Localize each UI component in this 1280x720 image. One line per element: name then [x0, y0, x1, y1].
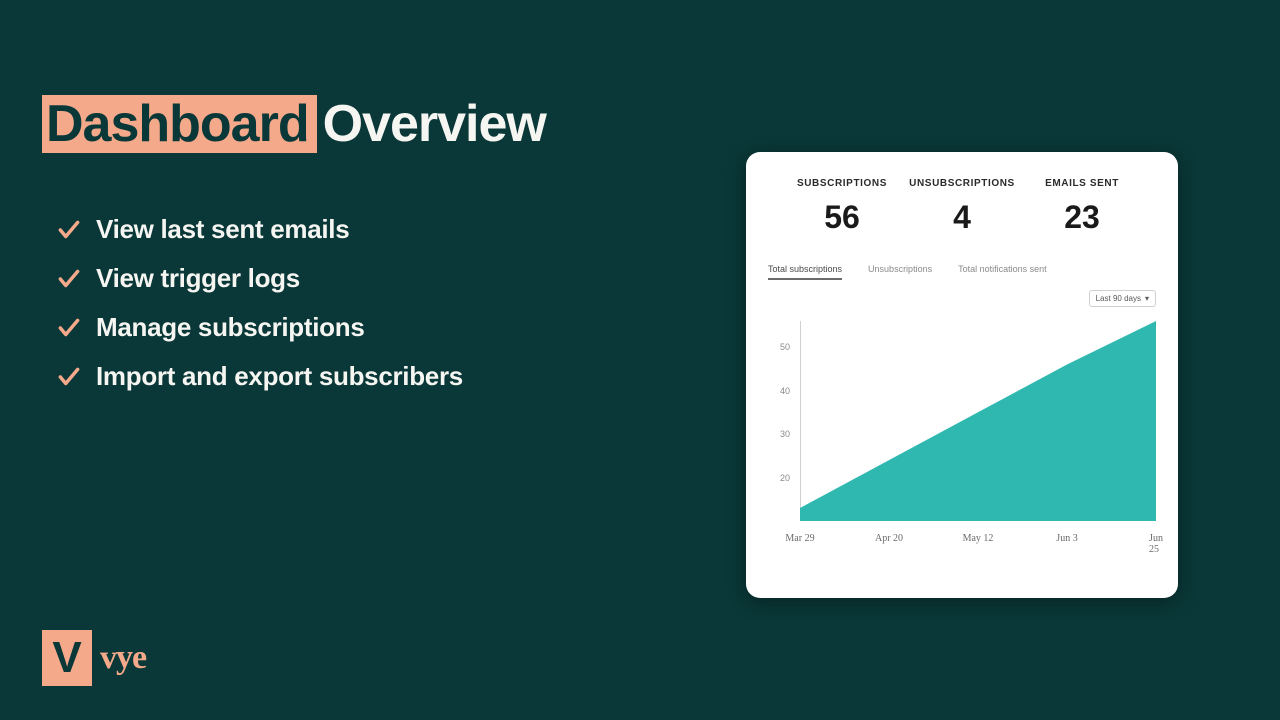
range-row: Last 90 days ▾	[768, 290, 1156, 307]
x-tick: Jun 25	[1149, 533, 1163, 555]
check-icon	[56, 266, 82, 292]
y-tick: 50	[780, 342, 790, 352]
area-path	[800, 321, 1156, 521]
x-tick: Mar 29	[785, 533, 814, 544]
range-select[interactable]: Last 90 days ▾	[1089, 290, 1156, 307]
bullet-item: View trigger logs	[56, 263, 463, 294]
chart-tab[interactable]: Total subscriptions	[768, 264, 842, 280]
chart: 20304050 Mar 29Apr 20May 12Jun 3Jun 25	[768, 321, 1156, 551]
bullet-text: View trigger logs	[96, 263, 300, 294]
metric-label: UNSUBSCRIPTIONS	[902, 178, 1022, 189]
x-axis: Mar 29Apr 20May 12Jun 3Jun 25	[800, 527, 1156, 551]
chart-tabs: Total subscriptions Unsubscriptions Total …	[768, 264, 1156, 286]
check-icon	[56, 217, 82, 243]
bullet-text: Manage subscriptions	[96, 312, 365, 343]
chart-tab[interactable]: Unsubscriptions	[868, 264, 932, 280]
dashboard-card: SUBSCRIPTIONS 56 UNSUBSCRIPTIONS 4 EMAIL…	[746, 152, 1178, 598]
metric: UNSUBSCRIPTIONS 4	[902, 178, 1022, 236]
chart-tab[interactable]: Total notifications sent	[958, 264, 1047, 280]
logo-letter: V	[52, 636, 81, 680]
range-label: Last 90 days	[1096, 294, 1141, 303]
bullet-item: Import and export subscribers	[56, 361, 463, 392]
plot-area	[800, 321, 1156, 521]
logo-block: V	[42, 630, 92, 686]
metrics-row: SUBSCRIPTIONS 56 UNSUBSCRIPTIONS 4 EMAIL…	[768, 178, 1156, 236]
page-title: DashboardOverview	[42, 94, 546, 154]
chevron-down-icon: ▾	[1145, 294, 1149, 303]
metric-value: 23	[1022, 199, 1142, 236]
feature-bullets: View last sent emails View trigger logs …	[56, 214, 463, 410]
y-tick: 20	[780, 473, 790, 483]
metric: EMAILS SENT 23	[1022, 178, 1142, 236]
check-icon	[56, 315, 82, 341]
title-rest: Overview	[323, 95, 546, 153]
brand-logo: V vye	[42, 630, 146, 686]
check-icon	[56, 364, 82, 390]
y-tick: 30	[780, 429, 790, 439]
metric: SUBSCRIPTIONS 56	[782, 178, 902, 236]
y-axis: 20 30 40 50	[768, 321, 796, 521]
y-tick: 40	[780, 386, 790, 396]
x-tick: Apr 20	[875, 533, 903, 544]
metric-value: 4	[902, 199, 1022, 236]
title-highlight: Dashboard	[42, 95, 317, 153]
bullet-item: View last sent emails	[56, 214, 463, 245]
metric-label: EMAILS SENT	[1022, 178, 1142, 189]
metric-value: 56	[782, 199, 902, 236]
x-tick: May 12	[963, 533, 994, 544]
bullet-text: Import and export subscribers	[96, 361, 463, 392]
x-tick: Jun 3	[1056, 533, 1077, 544]
logo-text: vye	[100, 639, 146, 677]
bullet-text: View last sent emails	[96, 214, 349, 245]
bullet-item: Manage subscriptions	[56, 312, 463, 343]
metric-label: SUBSCRIPTIONS	[782, 178, 902, 189]
